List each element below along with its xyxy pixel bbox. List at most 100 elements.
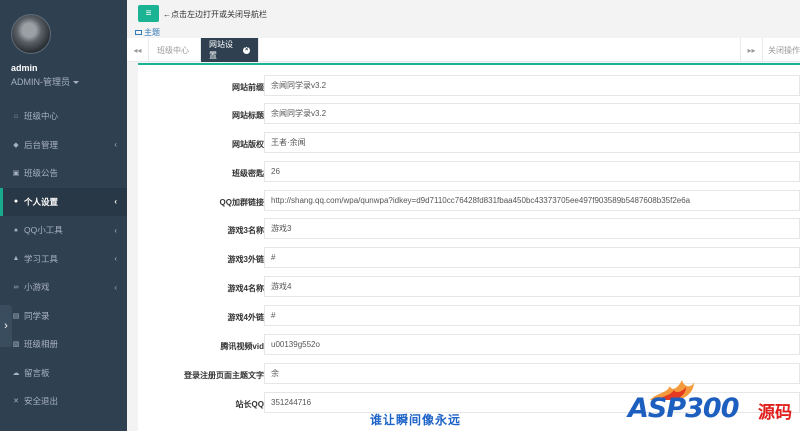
sidebar-item-label: 安全退出 — [24, 396, 59, 407]
form-row: 游戏4外链 # — [138, 305, 800, 329]
sidebar: admin ADMIN-管理员 ⌂ 班级中心 ◆ 后台管理 ‹ ▣ 班级公告 ● 个人设置 ‹ ♠ Q… — [0, 0, 127, 431]
sidebar-item-7[interactable]: ▤ 同学录 — [0, 302, 127, 331]
field-label: 班级密匙 — [232, 169, 264, 178]
field-input[interactable]: 26 — [264, 161, 800, 182]
tab-class-center[interactable]: 班级中心 — [149, 38, 201, 62]
form-row: 班级密匙 26 — [138, 161, 800, 185]
sidebar-item-8[interactable]: ▧ 班级相册 — [0, 330, 127, 359]
profile-panel: admin ADMIN-管理员 — [0, 0, 127, 94]
theme-icon — [135, 30, 142, 36]
sidebar-item-label: 后台管理 — [24, 139, 59, 150]
field-input[interactable]: 王者·余闻 — [264, 132, 800, 153]
field-input[interactable]: # — [264, 247, 800, 268]
sidebar-item-4[interactable]: ♠ QQ小工具 ‹ — [0, 216, 127, 245]
sidebar-toggle-chevron-right-icon[interactable]: › — [0, 305, 12, 347]
tab-site-settings[interactable]: 网站设置 × — [201, 38, 259, 62]
sidebar-item-label: 学习工具 — [24, 253, 59, 264]
logo-cn-text: 源码 — [758, 403, 792, 422]
field-input[interactable]: http://shang.qq.com/wpa/qunwpa?idkey=d9d… — [264, 190, 800, 211]
field-input[interactable]: # — [264, 305, 800, 326]
bell-icon: ♠ — [14, 226, 18, 234]
form-row: 网站前缀 余闻同学录v3.2 — [138, 75, 800, 99]
tab-bar: ◂◂ 班级中心 网站设置 × ▸▸ 关闭操作 — [127, 38, 800, 62]
sidebar-item-label: 同学录 — [24, 310, 50, 321]
gamepad-icon: ∞ — [13, 283, 19, 291]
theme-bar: 主题 — [127, 27, 800, 38]
sidebar-item-5[interactable]: ▲ 学习工具 ‹ — [0, 245, 127, 274]
sidebar-item-0[interactable]: ⌂ 班级中心 — [0, 102, 127, 131]
user-name: admin — [11, 63, 38, 73]
field-label: 网站标题 — [232, 111, 264, 120]
graduation-cap-icon: ▲ — [12, 255, 20, 263]
form-row: QQ加群链接 http://shang.qq.com/wpa/qunwpa?idk… — [138, 190, 800, 214]
close-ops-dropdown[interactable]: 关闭操作 — [762, 38, 800, 62]
image-icon: ▧ — [12, 341, 20, 349]
tab-scroll-right-icon[interactable]: ▸▸ — [740, 38, 762, 62]
field-input[interactable]: 余闻同学录v3.2 — [264, 75, 800, 96]
tab-label: 网站设置 — [209, 40, 233, 60]
form-row: 腾讯视频vid u00139g552o — [138, 334, 800, 358]
sidebar-item-label: 班级公告 — [24, 168, 59, 179]
sidebar-item-10[interactable]: ✕ 安全退出 — [0, 387, 127, 416]
dashboard-icon: ◆ — [13, 141, 19, 149]
field-input[interactable]: 余闻同学录v3.2 — [264, 103, 800, 124]
chevron-left-icon: ‹ — [114, 197, 117, 207]
field-label: 腾讯视频vid — [220, 342, 264, 351]
watermark-slogan: 谁让瞬间像永远 — [370, 413, 462, 427]
form-row: 游戏3外链 # — [138, 247, 800, 271]
theme-link[interactable]: 主题 — [135, 27, 160, 38]
tab-label: 班级中心 — [157, 45, 189, 55]
field-label: 游戏4外链 — [227, 313, 264, 322]
menu-toggle-button[interactable]: ≡ — [138, 5, 159, 22]
field-label: QQ加群链接 — [219, 198, 264, 207]
settings-form: 网站前缀 余闻同学录v3.2 网站标题 余闻同学录v3.2 网站版权 王者·余闻 班级密匙 2… — [138, 63, 800, 431]
cloud-icon: ☁ — [12, 369, 20, 377]
sidebar-item-label: QQ小工具 — [24, 225, 63, 236]
field-label: 站长QQ — [235, 400, 264, 409]
caret-down-icon — [73, 81, 79, 85]
asp300-logo: ASP300 源码 — [628, 378, 800, 431]
theme-label: 主题 — [144, 28, 160, 37]
field-label: 游戏3名称 — [227, 226, 264, 235]
form-row: 网站标题 余闻同学录v3.2 — [138, 103, 800, 127]
logo-text: ASP300 — [628, 393, 739, 424]
sidebar-item-9[interactable]: ☁ 留言板 — [0, 359, 127, 388]
field-label: 网站版权 — [232, 140, 264, 149]
sidebar-item-2[interactable]: ▣ 班级公告 — [0, 159, 127, 188]
field-label: 登录注册页面主题文字 — [184, 371, 264, 380]
chevron-left-icon: ‹ — [114, 282, 117, 292]
field-input[interactable]: u00139g552o — [264, 334, 800, 355]
avatar[interactable] — [11, 14, 51, 54]
form-row: 游戏4名称 游戏4 — [138, 276, 800, 300]
field-input[interactable]: 游戏4 — [264, 276, 800, 297]
sidebar-item-1[interactable]: ◆ 后台管理 ‹ — [0, 131, 127, 160]
user-role-label: ADMIN-管理员 — [11, 77, 70, 87]
chevron-left-icon: ‹ — [114, 140, 117, 150]
form-row: 游戏3名称 游戏3 — [138, 218, 800, 242]
sidebar-item-6[interactable]: ∞ 小游戏 ‹ — [0, 273, 127, 302]
sidebar-item-label: 班级相册 — [24, 339, 59, 350]
top-bar: ≡ ←点击左边打开或关闭导航栏 — [127, 0, 800, 27]
sidebar-item-label: 个人设置 — [24, 196, 59, 207]
address-book-icon: ▤ — [12, 312, 20, 320]
field-label: 网站前缀 — [232, 83, 264, 92]
sidebar-nav: ⌂ 班级中心 ◆ 后台管理 ‹ ▣ 班级公告 ● 个人设置 ‹ ♠ QQ小工具 ‹ ▲ 学习工具 ‹ ∞ 小游戏 ‹… — [0, 102, 127, 416]
tab-scroll-left-icon[interactable]: ◂◂ — [127, 38, 149, 62]
user-icon: ● — [13, 198, 19, 206]
sidebar-item-label: 小游戏 — [24, 282, 50, 293]
chevron-left-icon: ‹ — [114, 225, 117, 235]
home-icon: ⌂ — [13, 112, 19, 120]
user-role-dropdown[interactable]: ADMIN-管理员 — [11, 75, 127, 88]
field-input[interactable]: 游戏3 — [264, 218, 800, 239]
menu-hint-text: ←点击左边打开或关闭导航栏 — [163, 10, 267, 19]
sidebar-item-3[interactable]: ● 个人设置 ‹ — [0, 187, 127, 216]
close-icon[interactable]: × — [243, 46, 250, 54]
bullhorn-icon: ▣ — [12, 170, 20, 178]
close-icon: ✕ — [13, 398, 19, 406]
sidebar-item-label: 班级中心 — [24, 111, 59, 122]
field-label: 游戏3外链 — [227, 255, 264, 264]
sidebar-item-label: 留言板 — [24, 367, 50, 378]
chevron-left-icon: ‹ — [114, 254, 117, 264]
form-row: 网站版权 王者·余闻 — [138, 132, 800, 156]
field-label: 游戏4名称 — [227, 284, 264, 293]
